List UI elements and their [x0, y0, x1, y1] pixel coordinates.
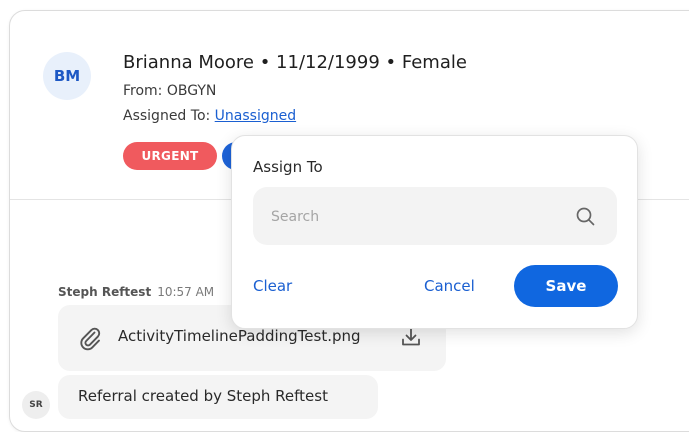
referral-source: From: OBGYN: [123, 83, 217, 99]
message-meta: Steph Reftest 10:57 AM: [58, 285, 214, 299]
assigned-to-label: Assigned To:: [123, 108, 215, 124]
message-author: Steph Reftest: [58, 285, 152, 299]
assign-to-popover: Assign To Clear Cancel Save: [231, 135, 638, 329]
paperclip-icon: [78, 325, 102, 351]
search-input[interactable]: [269, 187, 563, 247]
assigned-to-link[interactable]: Unassigned: [215, 108, 296, 124]
message-time: 10:57 AM: [157, 285, 215, 299]
referral-avatar: SR: [22, 391, 50, 419]
attachment-filename[interactable]: ActivityTimelinePaddingTest.png: [118, 327, 361, 345]
save-button-label: Save: [545, 277, 587, 295]
referral-avatar-initials: SR: [29, 400, 43, 410]
urgent-badge-label: URGENT: [141, 149, 199, 163]
save-button[interactable]: Save: [514, 265, 618, 307]
referral-event-text: Referral created by Steph Reftest: [78, 387, 328, 405]
clear-button[interactable]: Clear: [253, 277, 292, 295]
patient-header: Brianna Moore • 11/12/1999 • Female: [123, 52, 467, 73]
referral-event: Referral created by Steph Reftest: [58, 375, 378, 419]
assigned-to-line: Assigned To: Unassigned: [123, 108, 296, 124]
patient-avatar: BM: [43, 52, 91, 100]
popover-title: Assign To: [253, 158, 323, 176]
download-icon[interactable]: [400, 326, 422, 348]
search-field[interactable]: [253, 187, 617, 247]
search-icon[interactable]: [575, 206, 596, 227]
patient-initials: BM: [53, 67, 81, 85]
urgent-badge: URGENT: [123, 142, 217, 170]
cancel-button[interactable]: Cancel: [424, 277, 475, 295]
